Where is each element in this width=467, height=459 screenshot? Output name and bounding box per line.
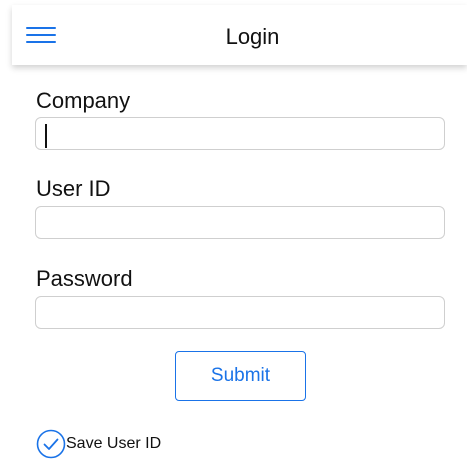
- save-user-id-label: Save User ID: [66, 435, 162, 452]
- user-id-label: User ID: [36, 176, 111, 201]
- check-circle-icon: [36, 429, 66, 459]
- company-label: Company: [36, 88, 131, 113]
- app-header: Login: [12, 5, 467, 65]
- user-id-input[interactable]: [35, 206, 445, 239]
- password-label: Password: [36, 266, 133, 291]
- submit-button[interactable]: Submit: [175, 351, 306, 401]
- company-input[interactable]: [35, 117, 445, 150]
- save-user-id-checkbox[interactable]: Save User ID: [36, 428, 161, 459]
- page-title: Login: [225, 24, 280, 49]
- password-input[interactable]: [35, 296, 445, 329]
- text-cursor: [45, 124, 47, 148]
- login-screen: Login Company User ID Password Submit Sa…: [0, 0, 467, 459]
